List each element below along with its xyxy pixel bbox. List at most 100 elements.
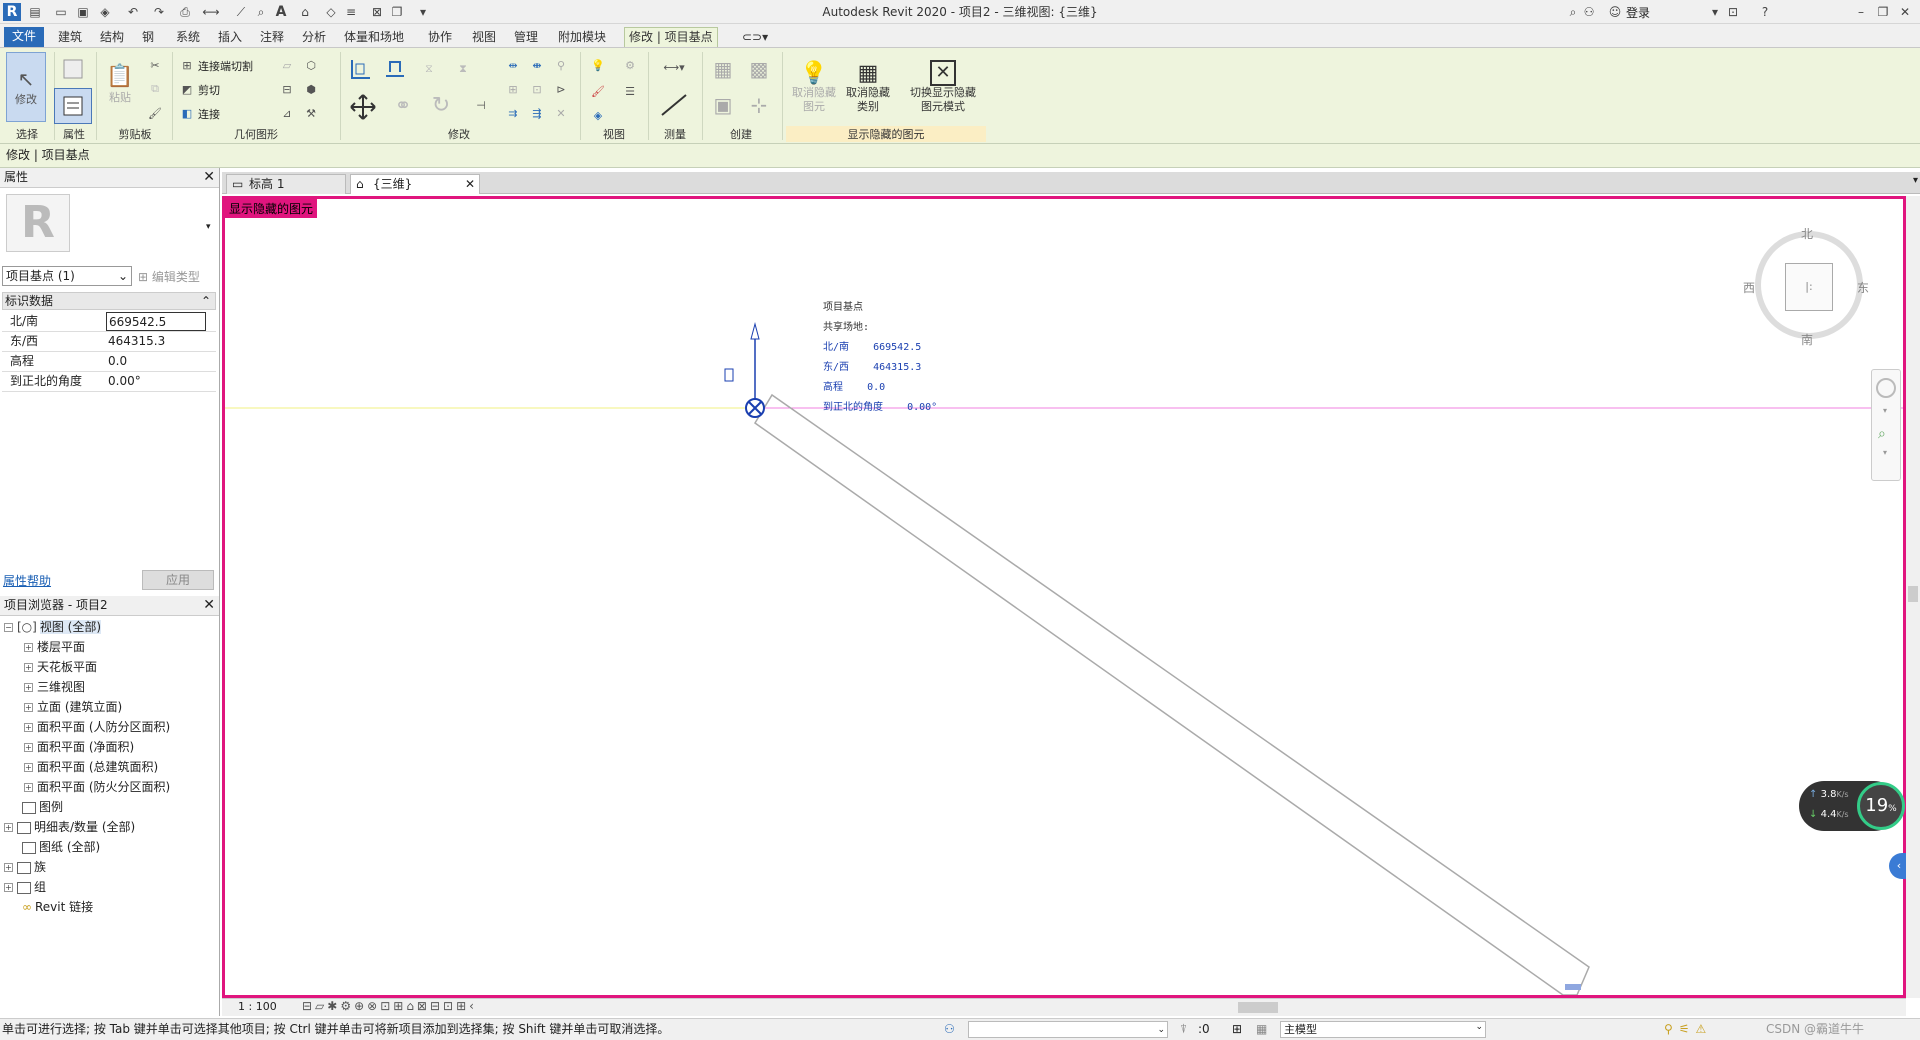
tree-item[interactable]: + 面积平面 (防火分区面积) [24, 778, 170, 798]
undo-icon[interactable]: ↶ [124, 3, 142, 21]
cut-geometry-icon[interactable]: ◩ [178, 80, 196, 98]
hide-in-view-icon[interactable]: 💡 [586, 54, 610, 76]
tree-item-schedules[interactable]: + 明细表/数量 (全部) [4, 818, 135, 838]
mirror-pick-icon[interactable]: ⧖ [414, 54, 444, 84]
trim-extend-icon[interactable]: ⊣ [466, 90, 496, 120]
expand-icon[interactable]: + [24, 643, 33, 652]
scale-icon[interactable]: ⊡ [528, 80, 546, 98]
override-graphics-icon[interactable]: ⚙ [618, 54, 642, 76]
tree-item[interactable]: + 面积平面 (人防分区面积) [24, 718, 170, 738]
tree-item[interactable]: + 三维视图 [24, 678, 85, 698]
expand-icon[interactable]: + [24, 783, 33, 792]
expand-icon[interactable]: + [4, 883, 13, 892]
cart-icon[interactable]: ⊡ [1724, 3, 1742, 21]
close-icon[interactable]: ✕ [203, 168, 215, 187]
modify-button[interactable]: ↖ 修改 [6, 52, 46, 122]
type-selector[interactable]: 项目基点 (1) ⌄ [2, 266, 132, 286]
measure-icon[interactable]: ⟷ [202, 3, 220, 21]
tab-annotate[interactable]: 注释 [256, 28, 288, 48]
chevron-down-icon[interactable]: ▾ [1883, 448, 1887, 457]
paste-button[interactable]: 📋 粘贴 [104, 54, 136, 114]
split-icon[interactable]: ⇹ [504, 56, 522, 74]
create-parts-icon[interactable]: ▩ [744, 54, 774, 84]
properties-help-link[interactable]: 属性帮助 [3, 572, 51, 589]
viewcube[interactable]: |: 北 南 东 西 [1743, 225, 1869, 347]
rotate-icon[interactable]: ↻ [426, 90, 456, 120]
split-face-icon[interactable]: ⊟ [278, 80, 296, 98]
tree-item-sheets[interactable]: 图纸 (全部) [22, 838, 100, 858]
tree-item-revit-links[interactable]: ∞ Revit 链接 [22, 898, 93, 918]
aligned-dimension-icon[interactable]: ⟋ [232, 3, 250, 21]
expand-icon[interactable]: + [24, 663, 33, 672]
minimize-icon[interactable]: – [1852, 3, 1870, 21]
demolish-icon[interactable]: ⊿ [278, 104, 296, 122]
expand-icon[interactable]: + [4, 823, 13, 832]
tab-steel[interactable]: 钢 [138, 28, 158, 48]
design-option-dropdown[interactable]: 主模型 ⌄ [1280, 1021, 1486, 1038]
join-label[interactable]: 连接 [198, 106, 220, 122]
align-icon[interactable] [346, 54, 376, 84]
measure-between-icon[interactable]: ⟷▾ [654, 56, 694, 78]
tree-item-families[interactable]: + 族 [4, 858, 46, 878]
sync-icon[interactable]: ◈ [96, 3, 114, 21]
tree-item[interactable]: + 面积平面 (净面积) [24, 738, 134, 758]
match-type-icon[interactable]: 🖌 [146, 104, 164, 122]
tab-architecture[interactable]: 建筑 [54, 28, 86, 48]
tab-systems[interactable]: 系统 [172, 28, 204, 48]
join-cut-icon[interactable]: ⊞ [178, 56, 196, 74]
angle-value[interactable]: 0.00° [106, 372, 206, 391]
expand-icon[interactable]: + [24, 703, 33, 712]
cope-icon[interactable]: ⬡ [302, 56, 320, 74]
unpin-icon[interactable]: ⚲ [552, 56, 570, 74]
ew-value[interactable]: 464315.3 [106, 332, 206, 351]
customize-qat-icon[interactable]: ▾ [414, 3, 432, 21]
redo-icon[interactable]: ↷ [150, 3, 168, 21]
print-icon[interactable]: ⎙ [176, 3, 194, 21]
vertical-scrollbar[interactable] [1906, 196, 1920, 998]
horizontal-scroll-thumb[interactable] [1238, 1002, 1278, 1013]
hammer-icon[interactable]: ⚒ [302, 104, 320, 122]
expand-icon[interactable]: + [24, 763, 33, 772]
section-identity-data[interactable]: 标识数据 ⌃ [2, 292, 216, 310]
binoculars-icon[interactable]: ⚇ [1580, 3, 1598, 21]
dimension-icon[interactable] [654, 90, 694, 120]
type-properties-icon[interactable] [58, 54, 88, 84]
panel-select[interactable]: 选择 [2, 126, 52, 142]
tab-options-icon[interactable]: ⊂⊃▾ [738, 28, 772, 48]
annotation-angle[interactable]: 到正北的角度 0.00° [823, 398, 937, 418]
chevron-down-icon[interactable]: ▾ [206, 222, 211, 232]
create-group-icon[interactable]: ▣ [708, 90, 738, 120]
mirror-draw-icon[interactable]: ⧗ [448, 54, 478, 84]
collapse-icon[interactable]: − [4, 623, 13, 632]
close-icon[interactable]: ✕ [1896, 3, 1914, 21]
select-option-icons[interactable]: ⚲⚟⚠ [1664, 1019, 1712, 1039]
tree-item-groups[interactable]: + 组 [4, 878, 46, 898]
paint-icon[interactable]: ⬢ [302, 80, 320, 98]
filter-icon[interactable]: ⍒ [1180, 1019, 1187, 1039]
trim-multiple-icon[interactable]: ⇉ [504, 104, 522, 122]
tree-item-legends[interactable]: 图例 [22, 798, 63, 818]
ns-value-input[interactable]: 669542.5 [106, 312, 206, 331]
tab-manage[interactable]: 管理 [510, 28, 542, 48]
tab-modify-project-base-point[interactable]: 修改 | 项目基点 [624, 27, 718, 47]
open-icon[interactable]: ▤ [26, 3, 44, 21]
network-speed-widget[interactable]: ↑ 3.8K/s ↓ 4.4K/s 19% [1799, 781, 1905, 831]
expand-icon[interactable]: + [4, 863, 13, 872]
compass-north[interactable]: 北 [1801, 225, 1813, 242]
annotation-ew[interactable]: 东/西 464315.3 [823, 358, 937, 378]
toggle-reveal-hidden-button[interactable]: ✕ 切换显示隐藏 图元模式 [900, 52, 986, 122]
split-gap-icon[interactable]: ⇼ [528, 56, 546, 74]
close-tab-icon[interactable]: ✕ [465, 175, 475, 194]
scale-value[interactable]: 1 : 100 [238, 1000, 277, 1013]
section-icon[interactable]: ◇ [322, 3, 340, 21]
tree-item[interactable]: + 立面 (建筑立面) [24, 698, 122, 718]
tab-structure[interactable]: 结构 [96, 28, 128, 48]
tab-view[interactable]: 视图 [468, 28, 500, 48]
login-label[interactable]: 登录 [1626, 4, 1650, 21]
unhide-element-button[interactable]: 💡 取消隐藏 图元 [788, 52, 840, 122]
steering-wheel-icon[interactable] [1876, 378, 1896, 398]
open-folder-icon[interactable]: ▭ [52, 3, 70, 21]
pin-icon[interactable]: ⊳ [552, 80, 570, 98]
zoom-icon[interactable]: ⌕ [1878, 426, 1886, 442]
paint-view-icon[interactable]: ◈ [586, 104, 610, 126]
